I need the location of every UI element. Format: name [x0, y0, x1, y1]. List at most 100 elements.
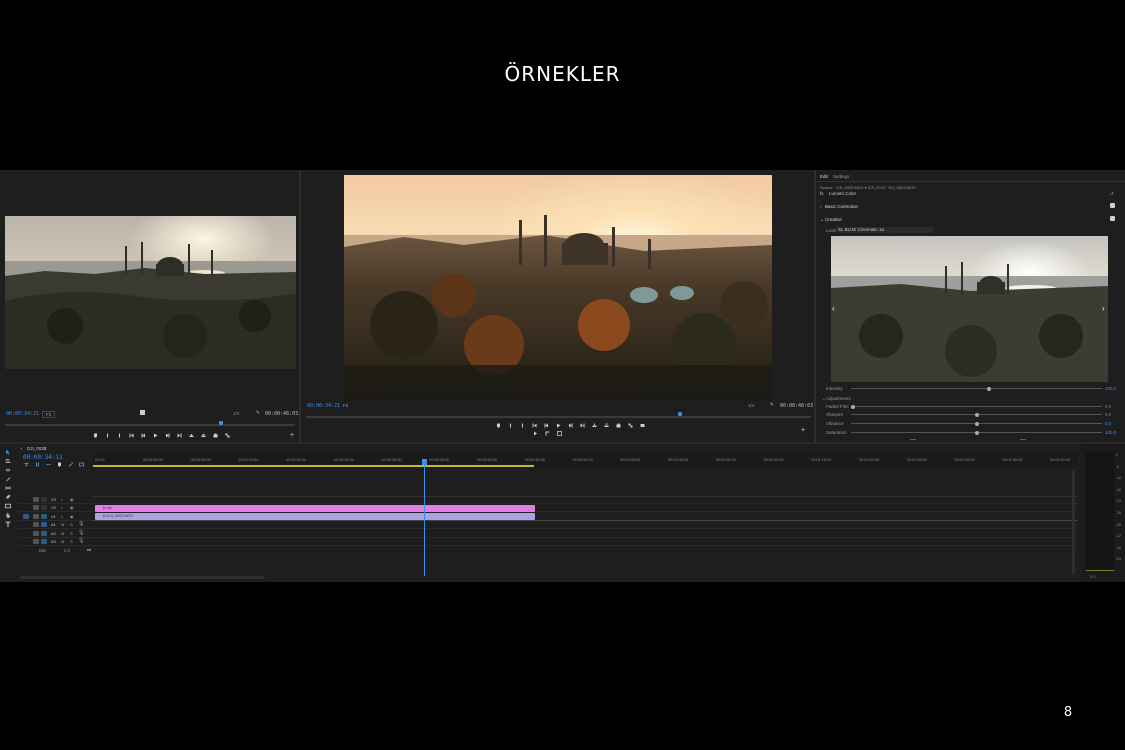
target-track-button[interactable]	[41, 513, 47, 519]
wrench-icon[interactable]	[67, 462, 73, 467]
export-frame-icon[interactable]	[556, 431, 562, 436]
playhead-handle[interactable]	[422, 459, 428, 465]
track-label[interactable]: A1	[51, 522, 56, 527]
overwrite-icon[interactable]	[200, 433, 206, 438]
program-scrub-bar[interactable]	[306, 416, 811, 418]
source-add-button[interactable]: +	[290, 432, 294, 439]
program-playhead[interactable]	[677, 412, 682, 416]
program-add-button[interactable]: +	[801, 427, 805, 434]
step-back-icon[interactable]	[140, 433, 146, 438]
add-marker-icon[interactable]	[495, 423, 501, 428]
target-track-button[interactable]	[41, 539, 47, 544]
work-area-bar[interactable]	[93, 465, 534, 467]
solo-icon[interactable]: S	[70, 522, 73, 527]
program-resolution-select[interactable]: 1/4	[748, 403, 754, 408]
target-track-button[interactable]	[41, 497, 47, 502]
go-to-out-icon[interactable]	[579, 423, 585, 428]
source-resolution-select[interactable]: 1/4	[233, 411, 239, 416]
track-label[interactable]: V1	[51, 514, 56, 519]
step-back-icon[interactable]	[543, 423, 549, 428]
solo-icon[interactable]: S	[70, 531, 73, 536]
reset-icon[interactable]: ↺	[1110, 191, 1114, 197]
adjustment-slider-knob[interactable]	[851, 404, 855, 409]
step-forward-icon[interactable]	[567, 423, 573, 428]
solo-icon[interactable]: S	[70, 539, 73, 544]
add-marker-icon[interactable]	[92, 433, 98, 438]
settings-icon[interactable]	[224, 433, 230, 438]
intensity-slider-knob[interactable]	[986, 386, 991, 391]
extract-icon[interactable]	[603, 423, 609, 428]
mute-icon[interactable]: M	[61, 531, 64, 536]
play-icon[interactable]	[152, 433, 158, 438]
nest-icon[interactable]	[23, 462, 29, 467]
selection-tool-icon[interactable]	[4, 449, 11, 455]
sync-lock-icon[interactable]: ◐	[61, 505, 63, 510]
mute-icon[interactable]: M	[61, 539, 64, 544]
intensity-value[interactable]: 100,0	[1105, 386, 1116, 391]
mute-icon[interactable]: M	[61, 522, 64, 527]
play-icon[interactable]	[555, 423, 561, 428]
linked-selection-icon[interactable]	[45, 462, 51, 467]
timeline-horizontal-scrollbar[interactable]	[20, 576, 265, 579]
close-sequence-icon[interactable]: ×	[20, 446, 23, 451]
go-to-in-icon[interactable]	[531, 423, 537, 428]
tab-edit[interactable]: Edit	[820, 174, 828, 179]
microphone-icon[interactable]: 🎙	[78, 530, 84, 536]
hand-tool-icon[interactable]	[4, 512, 11, 518]
mark-in-icon[interactable]	[104, 433, 110, 438]
timeline-playhead[interactable]	[424, 459, 426, 576]
basic-correction-header[interactable]: Basic Correction	[825, 204, 858, 209]
basic-correction-chevron-icon[interactable]: ›	[820, 204, 822, 209]
lumetri-source-line[interactable]: Source · DJI_0023.MOV ▾ DJI_0023 · DJI_0…	[820, 185, 916, 190]
pen-tool-icon[interactable]	[4, 494, 11, 500]
track-select-tool-icon[interactable]	[4, 458, 11, 464]
mix-value[interactable]: 0,0	[64, 548, 70, 553]
lock-icon[interactable]	[33, 539, 39, 544]
target-track-button[interactable]	[41, 522, 47, 528]
source-playhead[interactable]	[219, 421, 223, 425]
microphone-icon[interactable]: 🎙	[78, 521, 84, 527]
adjustment-value[interactable]: 100,0	[1105, 430, 1116, 435]
creative-header[interactable]: Creative	[825, 217, 842, 222]
adjustment-value[interactable]: 0,0	[1105, 412, 1111, 417]
eye-icon[interactable]: ◉	[70, 505, 74, 510]
go-to-end-icon[interactable]: ⏭	[87, 547, 91, 552]
track-label[interactable]: A3	[51, 539, 56, 544]
timeline-clip[interactable]: fx DJI_0023.MOV	[95, 513, 535, 520]
lock-icon[interactable]	[33, 505, 39, 511]
insert-icon[interactable]	[188, 433, 194, 438]
microphone-icon[interactable]: 🎙	[78, 538, 84, 544]
look-select[interactable]: SL BLUE Cinematic 1a	[836, 227, 933, 233]
timeline-timecode[interactable]: 00:00:34:11	[23, 454, 63, 461]
captions-icon[interactable]	[78, 462, 84, 467]
add-marker-icon[interactable]	[56, 462, 62, 467]
lock-icon[interactable]	[33, 513, 39, 519]
program-wrench-icon[interactable]: ✎	[770, 402, 774, 408]
creative-chevron-icon[interactable]: ⌄	[820, 217, 824, 223]
lock-icon[interactable]	[33, 530, 39, 536]
intensity-slider[interactable]	[851, 386, 1102, 391]
adjustment-value[interactable]: 0,0	[1105, 421, 1111, 426]
adjustment-slider[interactable]	[851, 412, 1102, 417]
source-marker-icon[interactable]	[140, 410, 145, 415]
creative-checkbox[interactable]	[1110, 216, 1115, 221]
ripple-edit-tool-icon[interactable]	[4, 467, 11, 473]
basic-correction-checkbox[interactable]	[1110, 203, 1115, 208]
mark-out-icon[interactable]	[519, 423, 525, 428]
meter-solo-buttons[interactable]: S S	[1090, 575, 1096, 579]
camera-icon[interactable]	[615, 423, 621, 428]
source-fit-select[interactable]: Fit	[42, 411, 55, 418]
timeline-clip[interactable]: fx nw	[95, 505, 535, 512]
camera-icon[interactable]	[212, 433, 218, 438]
vr-icon[interactable]	[639, 423, 645, 428]
timeline-vertical-scrollbar[interactable]	[1072, 470, 1075, 575]
adjustment-slider-knob[interactable]	[974, 421, 979, 426]
adjustments-header[interactable]: Adjustments	[826, 396, 851, 401]
sync-lock-icon[interactable]: ◐	[61, 497, 63, 502]
loop-icon[interactable]	[532, 431, 538, 436]
lift-icon[interactable]	[591, 423, 597, 428]
source-patch-button[interactable]	[23, 513, 29, 519]
step-forward-icon[interactable]	[164, 433, 170, 438]
go-to-out-icon[interactable]	[176, 433, 182, 438]
adjustment-slider[interactable]	[851, 430, 1102, 435]
